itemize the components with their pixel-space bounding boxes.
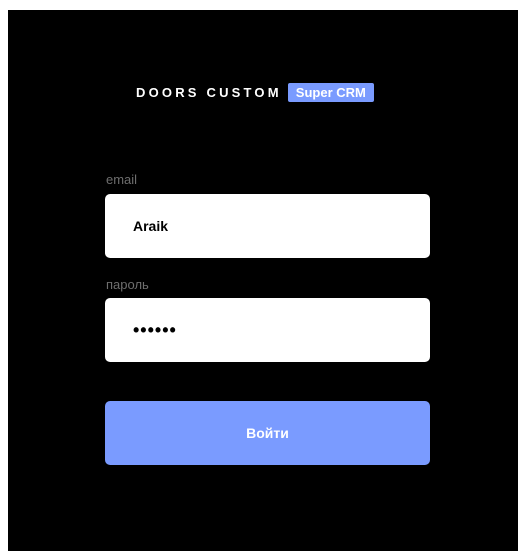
password-label: пароль (106, 277, 149, 292)
login-panel: DOORS CUSTOM Super CRM email пароль Войт… (8, 10, 518, 551)
logo-text: DOORS CUSTOM (136, 84, 282, 100)
email-label: email (106, 172, 138, 187)
login-button[interactable]: Войти (105, 401, 430, 465)
email-field[interactable] (105, 194, 430, 258)
app-logo: DOORS CUSTOM Super CRM (136, 78, 374, 106)
logo-badge: Super CRM (287, 82, 374, 102)
password-field[interactable] (105, 298, 430, 362)
